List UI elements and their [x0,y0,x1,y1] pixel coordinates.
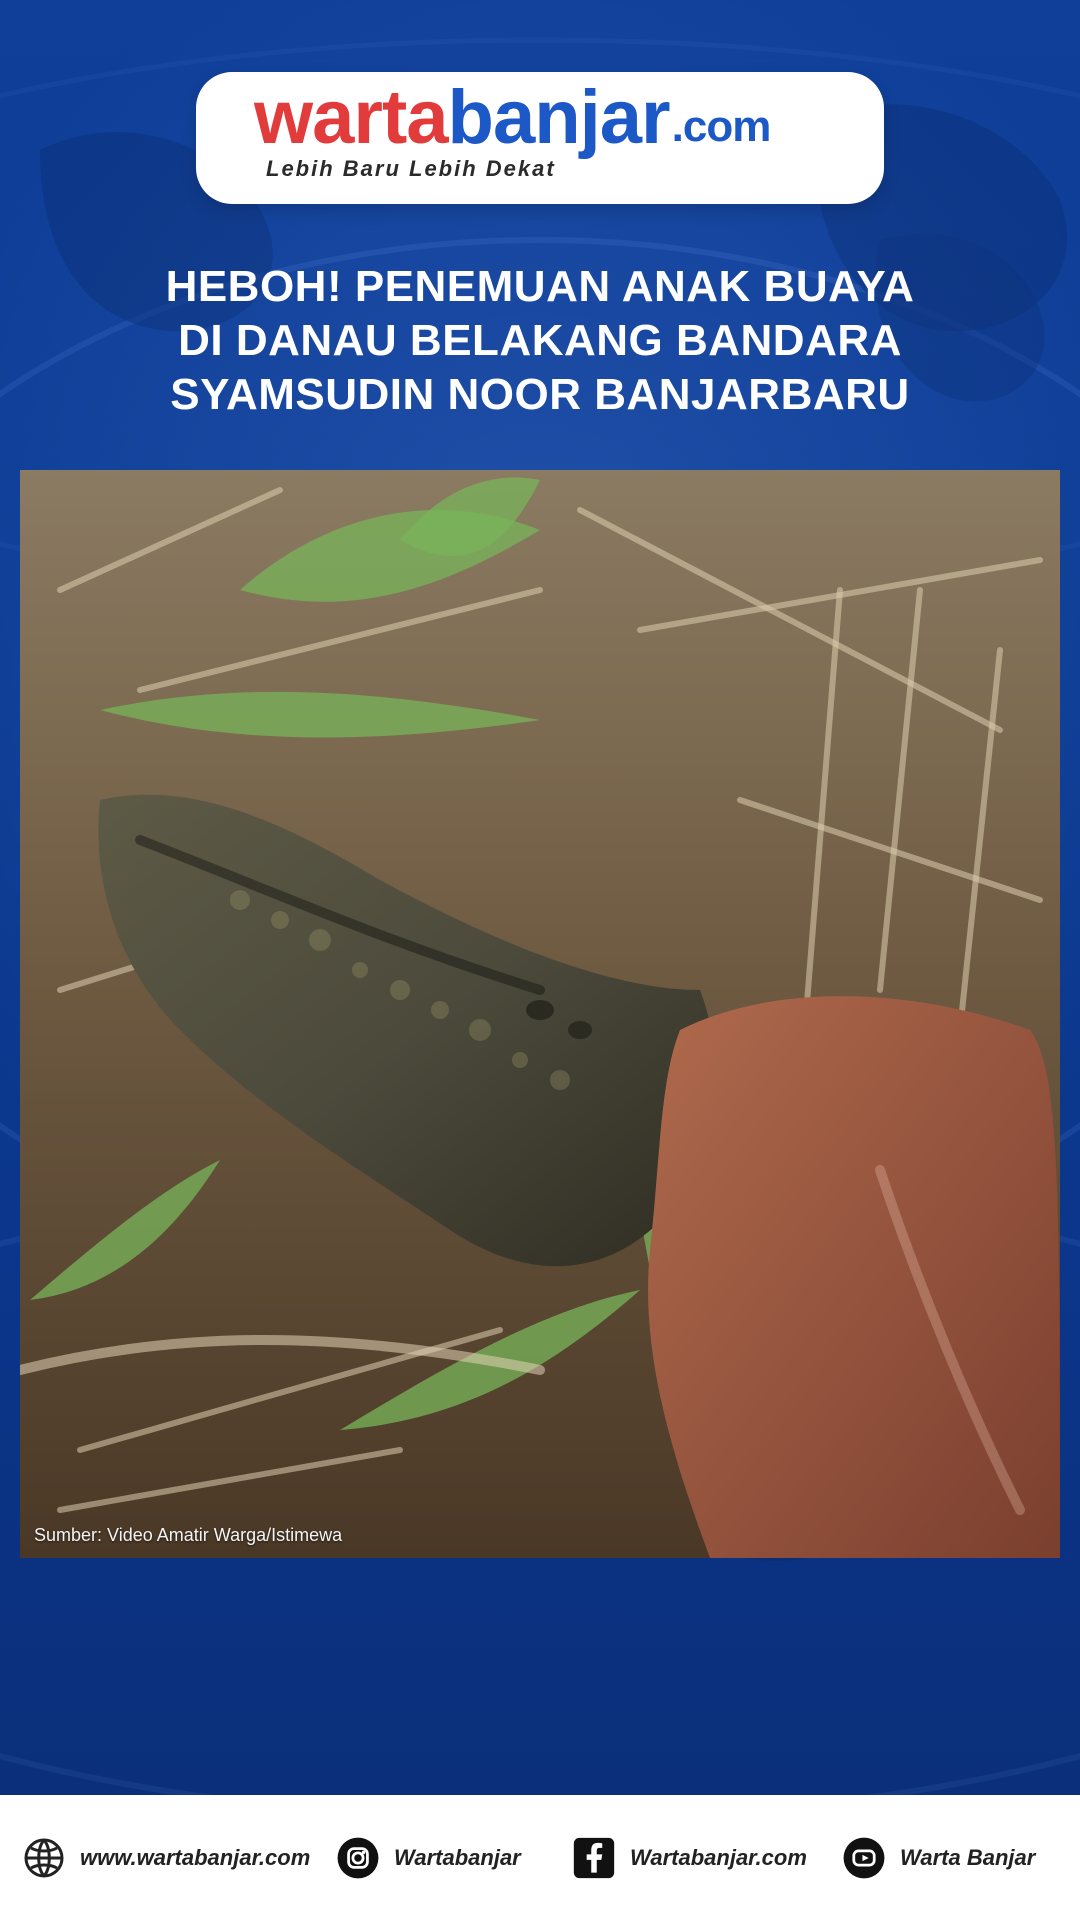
logo-part-banjar: banjar [447,75,671,160]
logo-tagline: Lebih Baru Lebih Dekat [266,156,556,181]
logo-part-warta: warta [254,75,449,160]
footer-instagram[interactable]: Wartabanjar [336,1795,521,1920]
photo-credit: Sumber: Video Amatir Warga/Istimewa [34,1525,343,1545]
footer-website-text: www.wartabanjar.com [80,1844,311,1870]
photo-illustration [20,470,1060,1558]
globe-icon [22,1836,66,1880]
footer-facebook-text: Wartabanjar.com [630,1844,807,1870]
news-photo: Sumber: Video Amatir Warga/Istimewa [20,470,1060,1558]
facebook-icon [572,1836,616,1880]
footer-youtube-text: Warta Banjar [900,1844,1036,1870]
headline-line-3: SYAMSUDIN NOOR BANJARBARU [170,370,910,419]
headline-line-2: DI DANAU BELAKANG BANDARA [178,316,902,365]
logo-part-dotcom: .com [671,102,772,151]
footer-instagram-text: Wartabanjar [394,1844,521,1870]
instagram-icon [336,1836,380,1880]
footer-youtube[interactable]: Warta Banjar [842,1795,1035,1920]
footer-website[interactable]: www.wartabanjar.com [22,1795,310,1920]
brand-logo: wartabanjar.com Lebih Baru Lebih Dekat [196,72,884,204]
headline: HEBOH! PENEMUAN ANAK BUAYA DI DANAU BELA… [80,260,1000,422]
headline-line-1: HEBOH! PENEMUAN ANAK BUAYA [165,262,915,311]
logo-wordmark: wartabanjar.com [254,80,772,156]
youtube-icon [842,1836,886,1880]
footer-facebook[interactable]: Wartabanjar.com [572,1795,807,1920]
footer-social-bar: www.wartabanjar.com Wartabanjar Wartaban… [0,1795,1080,1920]
